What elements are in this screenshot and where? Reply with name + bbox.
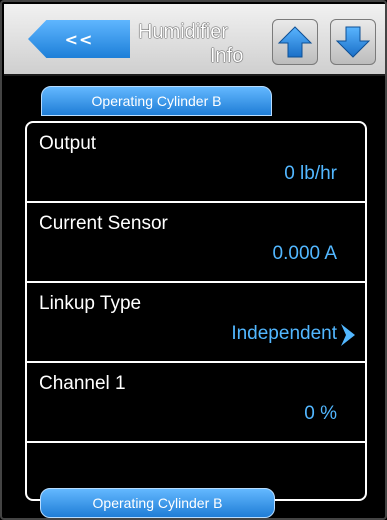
row-label: Current Sensor: [39, 213, 168, 234]
row-label: Output: [39, 133, 97, 154]
list-item-channel-1: Channel 1 0 %: [27, 363, 365, 443]
back-button-label: <<: [64, 29, 94, 49]
row-value: 0.000 A: [272, 243, 337, 264]
list-item-output: Output 0 lb/hr: [27, 123, 365, 203]
screen: << Humidifier Info Operating Cylinder B …: [0, 0, 387, 520]
arrow-down-icon: [335, 26, 371, 58]
row-label: Linkup Type: [39, 293, 142, 314]
header-bar: << Humidifier Info: [4, 4, 385, 76]
back-button[interactable]: <<: [28, 20, 130, 58]
tab-label: Operating Cylinder B: [92, 495, 223, 511]
row-value: Independent: [231, 323, 337, 344]
page-title-line1: Humidifier: [138, 21, 229, 43]
tab-operating-cylinder-b-bottom[interactable]: Operating Cylinder B: [40, 488, 275, 518]
row-value: 0 %: [304, 403, 337, 424]
tab-operating-cylinder-b[interactable]: Operating Cylinder B: [41, 86, 272, 116]
row-label: Channel 1: [39, 373, 126, 394]
chevron-right-icon: [341, 324, 355, 346]
arrow-up-icon: [277, 26, 313, 58]
list-item-linkup-type[interactable]: Linkup Type Independent: [27, 283, 365, 363]
tab-label: Operating Cylinder B: [91, 93, 222, 109]
page-title-line2: Info: [210, 45, 244, 67]
scroll-up-button[interactable]: [272, 19, 318, 65]
info-panel: Output 0 lb/hr Current Sensor 0.000 A Li…: [25, 121, 367, 501]
scroll-down-button[interactable]: [330, 19, 376, 65]
list-item-current-sensor: Current Sensor 0.000 A: [27, 203, 365, 283]
row-value: 0 lb/hr: [284, 163, 337, 184]
